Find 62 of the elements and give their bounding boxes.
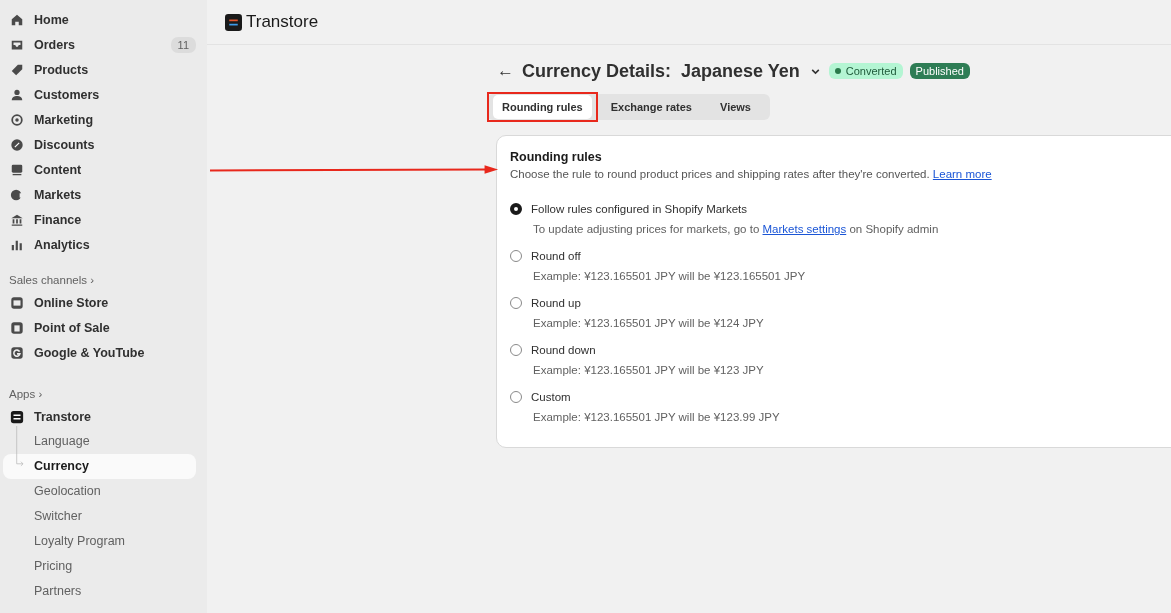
nav-item[interactable]: Markets [3, 182, 196, 207]
nav-item[interactable]: Content [3, 157, 196, 182]
count-badge: 11 [170, 36, 196, 53]
back-button[interactable]: ← [497, 61, 514, 81]
tag-icon [10, 62, 24, 77]
home-icon [10, 12, 24, 27]
bank-icon [10, 212, 24, 227]
card-title: Rounding rules [510, 150, 603, 164]
discount-icon [10, 137, 24, 152]
option-description: To update adjusting prices for markets, go to Markets settings on Shopify admin [533, 223, 940, 235]
tab[interactable]: Views [711, 95, 760, 119]
submenu-item[interactable]: Pricing [3, 554, 196, 579]
radio-button[interactable] [510, 202, 522, 215]
learn-more-link[interactable]: Learn more [932, 168, 992, 180]
radio-button[interactable] [510, 249, 522, 262]
nav-item[interactable]: Customers [3, 82, 196, 107]
radio-option[interactable]: Round off [510, 247, 1171, 264]
status-badge: Published [909, 63, 970, 79]
nav-item[interactable]: Transtore [3, 404, 196, 429]
submenu-item[interactable]: Loyalty Program [3, 529, 196, 554]
radio-option[interactable]: Round down [510, 341, 1171, 358]
radio-button[interactable] [510, 390, 522, 403]
tab[interactable]: Exchange rates [601, 95, 701, 119]
nav-item[interactable]: Google & YouTube [3, 340, 196, 365]
radio-option[interactable]: Follow rules configured in Shopify Markets [510, 200, 1171, 217]
radio-button[interactable] [510, 343, 522, 356]
submenu-item[interactable]: Switcher [3, 504, 196, 529]
radio-option[interactable]: Round up [510, 294, 1171, 311]
nav-item[interactable]: Finance [3, 207, 196, 232]
page-title: Currency Details: Japanese Yen [522, 60, 800, 82]
store-icon [10, 295, 24, 310]
submenu-item[interactable]: Language [3, 429, 196, 454]
radio-option[interactable]: Custom [510, 388, 1171, 405]
radio-button[interactable] [510, 296, 522, 309]
nav-item[interactable]: Home [3, 7, 196, 32]
nav-item[interactable]: Marketing [3, 107, 196, 132]
section-heading[interactable]: Apps › [3, 379, 196, 404]
app-name: Transtore [246, 12, 319, 32]
submenu-item[interactable]: Partners [3, 579, 196, 604]
nav-item[interactable]: Point of Sale [3, 315, 196, 340]
target-icon [10, 112, 24, 127]
monitor-icon [10, 162, 24, 177]
nav-item[interactable]: Orders 11 [3, 32, 196, 57]
status-badge: Converted [828, 63, 903, 79]
letter-g-icon [10, 345, 24, 360]
nav-item[interactable]: Products [3, 57, 196, 82]
nav-item[interactable]: Online Store [3, 290, 196, 315]
markets-settings-link[interactable]: Markets settings [762, 223, 847, 235]
person-icon [10, 87, 24, 102]
nav-item[interactable]: Discounts [3, 132, 196, 157]
section-heading[interactable]: Sales channels › [3, 265, 196, 290]
tab[interactable]: Rounding rules [493, 95, 592, 119]
option-description: Example: ¥123.165501 JPY will be ¥124 JPY [533, 317, 765, 329]
submenu-item[interactable]: Currency [3, 454, 196, 479]
app-logo-icon [10, 409, 24, 424]
option-description: Example: ¥123.165501 JPY will be ¥123.99 JPY [533, 411, 781, 423]
option-description: Example: ¥123.165501 JPY will be ¥123.165501 JPY [533, 270, 807, 282]
app-logo-icon [225, 13, 242, 31]
nav-item[interactable]: Analytics [3, 232, 196, 257]
submenu-item[interactable]: Geolocation [3, 479, 196, 504]
option-description: Example: ¥123.165501 JPY will be ¥123 JPY [533, 364, 765, 376]
card-description: Choose the rule to round product prices and shipping rates after they're converted. Learn more [510, 168, 993, 180]
